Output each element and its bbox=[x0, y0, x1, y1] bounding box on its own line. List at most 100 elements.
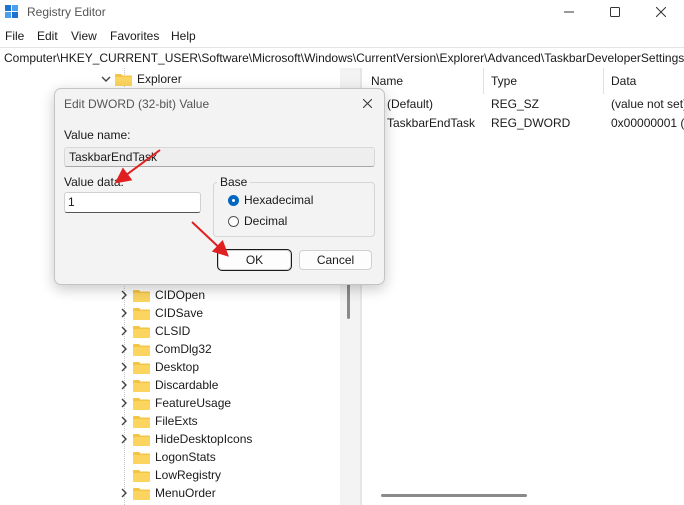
edit-dword-dialog: Edit DWORD (32-bit) Value Value name: Ta… bbox=[54, 88, 385, 285]
values-list[interactable]: Name Type Data (Default) REG_SZ (value n… bbox=[362, 68, 684, 505]
chevron-right-icon[interactable] bbox=[117, 308, 131, 318]
folder-icon bbox=[133, 451, 150, 464]
address-bar[interactable]: Computer\HKEY_CURRENT_USER\Software\Micr… bbox=[0, 47, 684, 69]
minimize-icon bbox=[564, 11, 574, 13]
value-name-label: Value name: bbox=[64, 128, 131, 142]
tree-item-label: HideDesktopIcons bbox=[155, 432, 253, 446]
folder-icon bbox=[133, 343, 150, 356]
tree-item[interactable]: FileExts bbox=[117, 412, 198, 430]
chevron-down-icon[interactable] bbox=[99, 74, 113, 84]
menu-view[interactable]: View bbox=[71, 29, 97, 43]
value-name: TaskbarEndTask bbox=[387, 116, 476, 130]
chevron-right-icon[interactable] bbox=[117, 434, 131, 444]
close-icon bbox=[656, 7, 666, 17]
folder-icon bbox=[133, 307, 150, 320]
tree-item[interactable]: CIDOpen bbox=[117, 286, 205, 304]
value-data: 0x00000001 (1) bbox=[611, 116, 684, 130]
tree-item-label: FeatureUsage bbox=[155, 396, 232, 410]
chevron-right-icon[interactable] bbox=[117, 488, 131, 498]
tree-item-label: Desktop bbox=[155, 360, 200, 374]
radio-button[interactable] bbox=[228, 215, 239, 227]
value-name: (Default) bbox=[387, 97, 434, 111]
close-button[interactable] bbox=[638, 0, 684, 24]
close-icon bbox=[362, 98, 372, 108]
title-bar: Registry Editor bbox=[0, 0, 684, 26]
value-type: REG_DWORD bbox=[491, 116, 571, 130]
chevron-right-icon[interactable] bbox=[117, 362, 131, 372]
chevron-right-icon[interactable] bbox=[117, 416, 131, 426]
dialog-title: Edit DWORD (32-bit) Value bbox=[64, 97, 210, 111]
tree-item-label: CLSID bbox=[155, 324, 191, 338]
folder-icon bbox=[133, 379, 150, 392]
radio-button-checked[interactable] bbox=[228, 194, 239, 206]
value-row[interactable]: TaskbarEndTask REG_DWORD 0x00000001 (1) bbox=[362, 114, 684, 132]
maximize-icon bbox=[610, 7, 620, 17]
tree-item-label: Explorer bbox=[137, 72, 182, 86]
value-data: (value not set) bbox=[611, 97, 684, 111]
value-data-label: Value data: bbox=[64, 175, 124, 189]
cancel-button[interactable]: Cancel bbox=[299, 250, 372, 270]
value-name-field: TaskbarEndTask bbox=[64, 147, 375, 167]
value-row[interactable]: (Default) REG_SZ (value not set) bbox=[362, 95, 684, 113]
tree-item-label: LogonStats bbox=[155, 450, 216, 464]
dialog-close-button[interactable] bbox=[354, 92, 380, 114]
tree-item-label: FileExts bbox=[155, 414, 198, 428]
tree-item[interactable]: FeatureUsage bbox=[117, 394, 231, 412]
folder-icon bbox=[133, 325, 150, 338]
radio-label: Decimal bbox=[244, 214, 288, 228]
address-path[interactable]: Computer\HKEY_CURRENT_USER\Software\Micr… bbox=[4, 51, 684, 65]
tree-item[interactable]: CLSID bbox=[117, 322, 190, 340]
folder-icon bbox=[133, 289, 150, 302]
registry-editor-icon bbox=[5, 5, 18, 18]
chevron-right-icon[interactable] bbox=[117, 344, 131, 354]
folder-icon bbox=[133, 433, 150, 446]
tree-item-label: ComDlg32 bbox=[155, 342, 212, 356]
tree-item-label: Discardable bbox=[155, 378, 219, 392]
column-header-type[interactable]: Type bbox=[491, 68, 517, 94]
tree-item[interactable]: Discardable bbox=[117, 376, 218, 394]
tree-item-label: CIDOpen bbox=[155, 288, 206, 302]
column-separator[interactable] bbox=[603, 68, 604, 94]
ok-button[interactable]: OK bbox=[217, 249, 292, 271]
tree-item-label: MenuOrder bbox=[155, 486, 216, 500]
tree-item[interactable]: LogonStats bbox=[117, 448, 216, 466]
chevron-right-icon[interactable] bbox=[117, 326, 131, 336]
folder-icon bbox=[133, 487, 150, 500]
list-scrollbar-thumb[interactable] bbox=[381, 494, 527, 497]
radio-label: Hexadecimal bbox=[244, 193, 314, 207]
tree-item-explorer[interactable]: Explorer bbox=[99, 70, 182, 88]
tree-item-label: CIDSave bbox=[155, 306, 204, 320]
tree-scrollbar-thumb[interactable] bbox=[347, 283, 350, 319]
tree-item[interactable]: Desktop bbox=[117, 358, 199, 376]
column-separator[interactable] bbox=[483, 68, 484, 94]
value-data-input[interactable]: 1 bbox=[64, 192, 201, 213]
tree-item[interactable]: ComDlg32 bbox=[117, 340, 212, 358]
base-label: Base bbox=[217, 175, 251, 189]
minimize-button[interactable] bbox=[546, 0, 592, 24]
radio-decimal[interactable]: Decimal bbox=[228, 213, 287, 229]
value-data-text[interactable]: 1 bbox=[68, 195, 75, 209]
column-header-data[interactable]: Data bbox=[611, 68, 636, 94]
chevron-right-icon[interactable] bbox=[117, 380, 131, 390]
folder-icon bbox=[115, 73, 132, 86]
chevron-right-icon[interactable] bbox=[117, 290, 131, 300]
tree-item[interactable]: LowRegistry bbox=[117, 466, 221, 484]
folder-icon bbox=[133, 415, 150, 428]
folder-icon bbox=[133, 469, 150, 482]
folder-icon bbox=[133, 361, 150, 374]
tree-item[interactable]: MenuOrder bbox=[117, 484, 216, 502]
menu-file[interactable]: File bbox=[5, 29, 24, 43]
menu-favorites[interactable]: Favorites bbox=[110, 29, 159, 43]
menu-bar: File Edit View Favorites Help bbox=[0, 26, 684, 46]
value-type: REG_SZ bbox=[491, 97, 540, 111]
tree-item[interactable]: CIDSave bbox=[117, 304, 203, 322]
maximize-button[interactable] bbox=[592, 0, 638, 24]
tree-item-label: LowRegistry bbox=[155, 468, 222, 482]
radio-hexadecimal[interactable]: Hexadecimal bbox=[228, 192, 313, 208]
folder-icon bbox=[133, 397, 150, 410]
tree-item[interactable]: HideDesktopIcons bbox=[117, 430, 252, 448]
menu-help[interactable]: Help bbox=[171, 29, 196, 43]
window-title: Registry Editor bbox=[27, 5, 106, 19]
chevron-right-icon[interactable] bbox=[117, 398, 131, 408]
menu-edit[interactable]: Edit bbox=[37, 29, 58, 43]
